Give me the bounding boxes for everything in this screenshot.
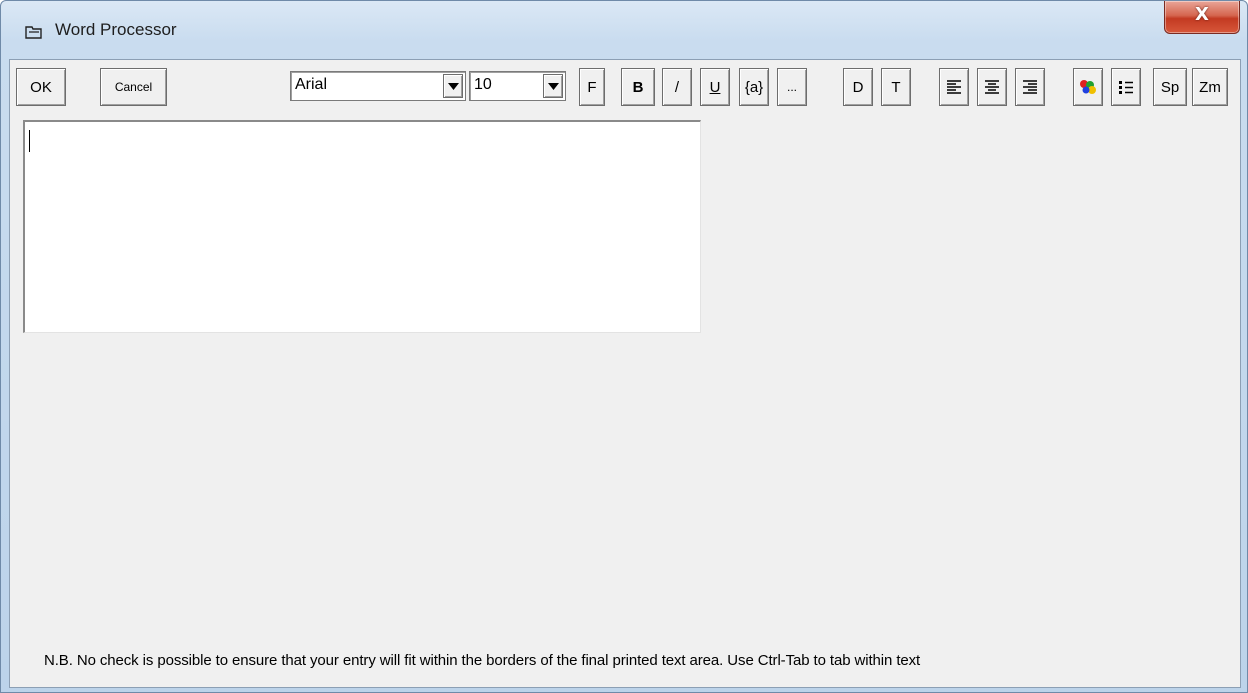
bullet-list-icon	[1118, 79, 1134, 95]
insert-field-button[interactable]: {a}	[739, 68, 769, 106]
font-name-value: Arial	[295, 76, 328, 93]
more-button[interactable]: ...	[777, 68, 807, 106]
word-processor-window: Word Processor X OK Cancel Arial 10 F B …	[0, 0, 1248, 693]
insert-time-button[interactable]: T	[881, 68, 911, 106]
text-editor[interactable]	[23, 120, 701, 333]
close-button[interactable]: X	[1164, 1, 1240, 34]
bold-button[interactable]: B	[621, 68, 655, 106]
chevron-down-icon[interactable]	[543, 74, 563, 98]
cancel-button[interactable]: Cancel	[100, 68, 167, 106]
chevron-down-icon[interactable]	[443, 74, 463, 98]
align-center-button[interactable]	[977, 68, 1007, 106]
app-icon	[25, 25, 43, 39]
align-center-icon	[984, 79, 1000, 95]
title-bar: Word Processor X	[1, 1, 1247, 59]
italic-button[interactable]: /	[662, 68, 692, 106]
bullet-list-button[interactable]	[1111, 68, 1141, 106]
align-right-icon	[1022, 79, 1038, 95]
spell-check-button[interactable]: Sp	[1153, 68, 1187, 106]
text-color-button[interactable]	[1073, 68, 1103, 106]
text-color-icon	[1079, 79, 1097, 95]
font-size-select[interactable]: 10	[469, 71, 566, 101]
align-right-button[interactable]	[1015, 68, 1045, 106]
zoom-button[interactable]: Zm	[1192, 68, 1228, 106]
ok-button[interactable]: OK	[16, 68, 66, 106]
client-area: OK Cancel Arial 10 F B / U {a} ... D T S…	[9, 59, 1241, 688]
align-left-button[interactable]	[939, 68, 969, 106]
footer-note: N.B. No check is possible to ensure that…	[44, 652, 921, 669]
align-left-icon	[946, 79, 962, 95]
font-size-value: 10	[474, 76, 492, 93]
close-icon: X	[1195, 4, 1209, 25]
text-caret	[29, 130, 30, 152]
font-dialog-button[interactable]: F	[579, 68, 605, 106]
underline-button[interactable]: U	[700, 68, 730, 106]
font-name-select[interactable]: Arial	[290, 71, 466, 101]
window-title: Word Processor	[55, 20, 177, 39]
insert-date-button[interactable]: D	[843, 68, 873, 106]
